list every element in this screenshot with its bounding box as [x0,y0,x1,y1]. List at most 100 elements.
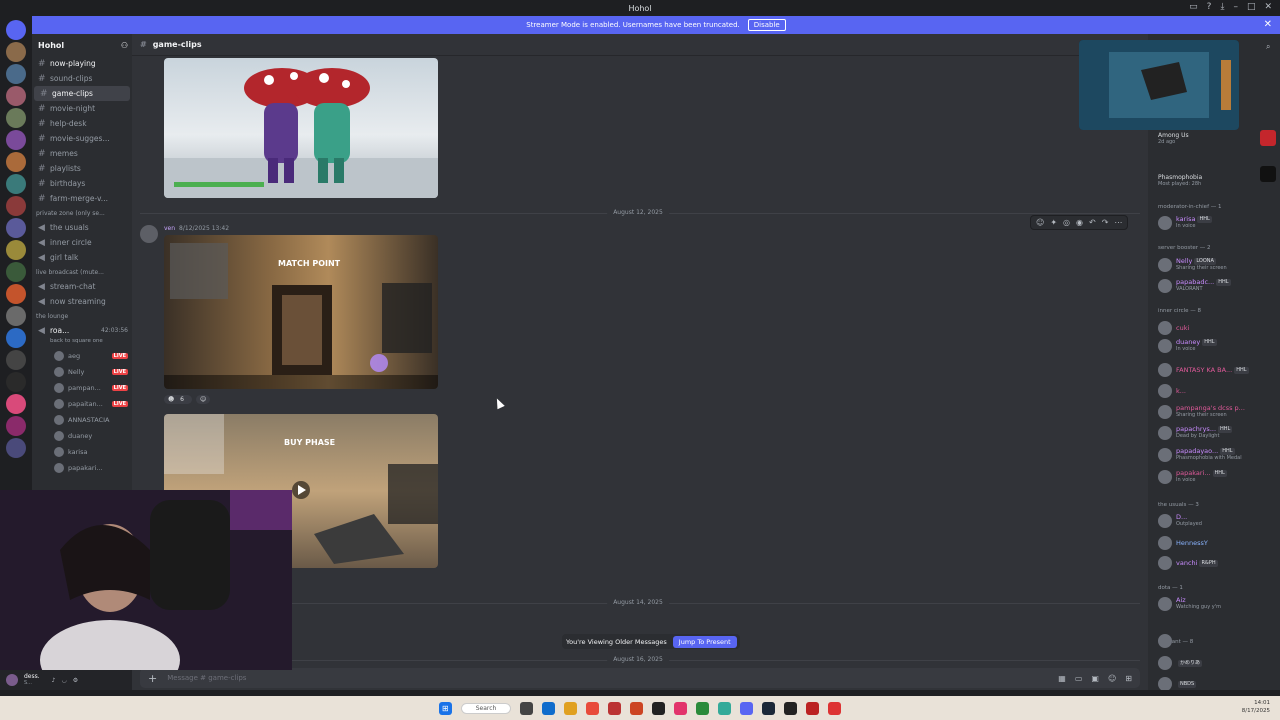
minimize-button[interactable]: – [1233,2,1238,12]
app-icon[interactable] [608,701,622,715]
member-item[interactable]: pampanga's dcss p... Sharing their screen [1158,405,1278,419]
reaction-icon[interactable]: ◎ [1063,218,1070,227]
member-item[interactable]: HennessY [1158,536,1278,550]
channel-item[interactable]: ◀ now streaming [32,294,132,309]
channel-item[interactable]: # memes [32,146,132,161]
server-icon[interactable] [6,306,26,326]
maximize-button[interactable]: □ [1247,2,1256,12]
category-live[interactable]: live broadcast (mute... [32,265,132,279]
server-icon[interactable] [6,284,26,304]
gift-icon[interactable]: ▦ [1058,674,1066,683]
voice-user[interactable]: papaitan... LIVE [32,396,132,412]
super-react-icon[interactable]: ✦ [1050,218,1057,227]
task-view-icon[interactable] [520,701,534,715]
category-lounge[interactable]: the lounge [32,309,132,323]
voice-channel[interactable]: ◀ roa... 42:03:56 [32,323,132,338]
channel-item[interactable]: # game-clips [34,86,130,101]
server-icon[interactable] [6,416,26,436]
server-icon[interactable] [6,152,26,172]
member-item[interactable]: vanchi R&PH [1158,556,1278,570]
voice-user[interactable]: duaney [32,428,132,444]
app-icon[interactable] [630,701,644,715]
server-icon[interactable] [6,240,26,260]
file-explorer-icon[interactable] [564,701,578,715]
emoji-icon[interactable]: ☺ [1108,674,1116,683]
member-item[interactable]: k... [1158,384,1278,398]
server-icon[interactable] [6,218,26,238]
member-item[interactable]: duaney HHL In voice [1158,339,1278,353]
app-icon[interactable] [718,701,732,715]
home-icon[interactable] [6,20,26,40]
member-item[interactable]: papadayao... HHL Phasmophobia with Medal [1158,448,1278,462]
voice-user[interactable]: papakari... [32,460,132,476]
gif-icon[interactable]: ▭ [1075,674,1083,683]
member-item[interactable]: NBDS [1158,677,1278,690]
server-icon[interactable] [6,350,26,370]
add-attachment-icon[interactable]: + [148,672,157,685]
channel-item[interactable]: # playlists [32,161,132,176]
voice-channel-item[interactable]: ◀ the usuals [32,220,132,235]
server-header[interactable]: Hohol ⚇ [32,34,132,56]
app-icon[interactable] [784,701,798,715]
server-icon[interactable] [6,174,26,194]
close-icon[interactable]: ✕ [1264,19,1272,30]
server-icon[interactable] [6,42,26,62]
voice-channel-item[interactable]: ◀ inner circle [32,235,132,250]
member-item[interactable]: cuki [1158,321,1278,335]
help-icon[interactable]: ? [1207,2,1212,12]
member-item[interactable]: papabadc... HHL VALORANT [1158,279,1278,293]
emoji-react-icon[interactable]: ☺ [1036,218,1044,227]
server-icon[interactable] [6,108,26,128]
app-icon[interactable] [652,701,666,715]
channel-item[interactable]: # movie-sugges... [32,131,132,146]
member-item[interactable]: karisa HHL In voice [1158,216,1278,230]
voice-user[interactable]: pampan... LIVE [32,380,132,396]
more-icon[interactable]: ⋯ [1114,218,1122,227]
server-icon[interactable] [6,130,26,150]
server-icon[interactable] [6,394,26,414]
microphone-icon[interactable]: ♪ [52,677,56,684]
member-item[interactable]: FANTASY KA BA... HHL [1158,363,1278,377]
server-icon[interactable] [6,262,26,282]
forward-icon[interactable]: ↷ [1102,218,1109,227]
server-icon[interactable] [6,64,26,84]
sticker-icon[interactable]: ▣ [1091,674,1099,683]
taskbar-clock[interactable]: 14:01 8/17/2025 [1242,699,1270,715]
reply-icon[interactable]: ↶ [1089,218,1096,227]
avatar[interactable] [140,225,158,243]
voice-channel-item[interactable]: ◀ girl talk [32,250,132,265]
voice-user[interactable]: karisa [32,444,132,460]
add-user-icon[interactable]: ⚇ [121,41,128,50]
member-item[interactable]: かめりあ [1158,656,1278,670]
clip-thumbnail[interactable] [164,58,438,198]
channel-item[interactable]: # now-playing [32,56,132,71]
server-icon[interactable] [6,438,26,458]
apps-icon[interactable]: ⊞ [1125,674,1132,683]
settings-icon[interactable]: ⚙ [73,677,78,684]
jump-to-present-button[interactable]: Jump To Present [672,635,737,648]
voice-user[interactable]: Nelly LIVE [32,364,132,380]
channel-item[interactable]: # sound-clips [32,71,132,86]
channel-item[interactable]: # farm-merge-v... [32,191,132,206]
message-input[interactable]: Message # game-clips [167,674,246,682]
message-author[interactable]: ven [164,225,175,232]
taskbar-search[interactable]: Search [460,702,512,714]
app-icon[interactable] [828,701,842,715]
member-item[interactable]: Nelly LOONA Sharing their screen [1158,258,1278,272]
clip-thumbnail[interactable]: MATCH POINT [164,235,438,389]
member-item[interactable]: papachrys... HHL Dead by Daylight [1158,426,1278,440]
avatar[interactable] [6,674,18,686]
start-icon[interactable]: ⊞ [438,701,452,715]
thread-icon[interactable]: ◉ [1076,218,1083,227]
stream-preview[interactable] [1079,40,1239,130]
channel-item[interactable]: ◀ stream-chat [32,279,132,294]
app-icon[interactable] [674,701,688,715]
disable-streamer-mode-button[interactable]: Disable [747,19,786,31]
close-window-button[interactable]: ✕ [1264,2,1272,12]
chrome-icon[interactable] [586,701,600,715]
voice-user[interactable]: aeg LIVE [32,348,132,364]
download-icon[interactable]: ⤓ [1220,2,1224,12]
server-icon[interactable] [6,86,26,106]
member-item[interactable]: papakari... HHL In voice [1158,470,1278,484]
app-icon[interactable] [696,701,710,715]
